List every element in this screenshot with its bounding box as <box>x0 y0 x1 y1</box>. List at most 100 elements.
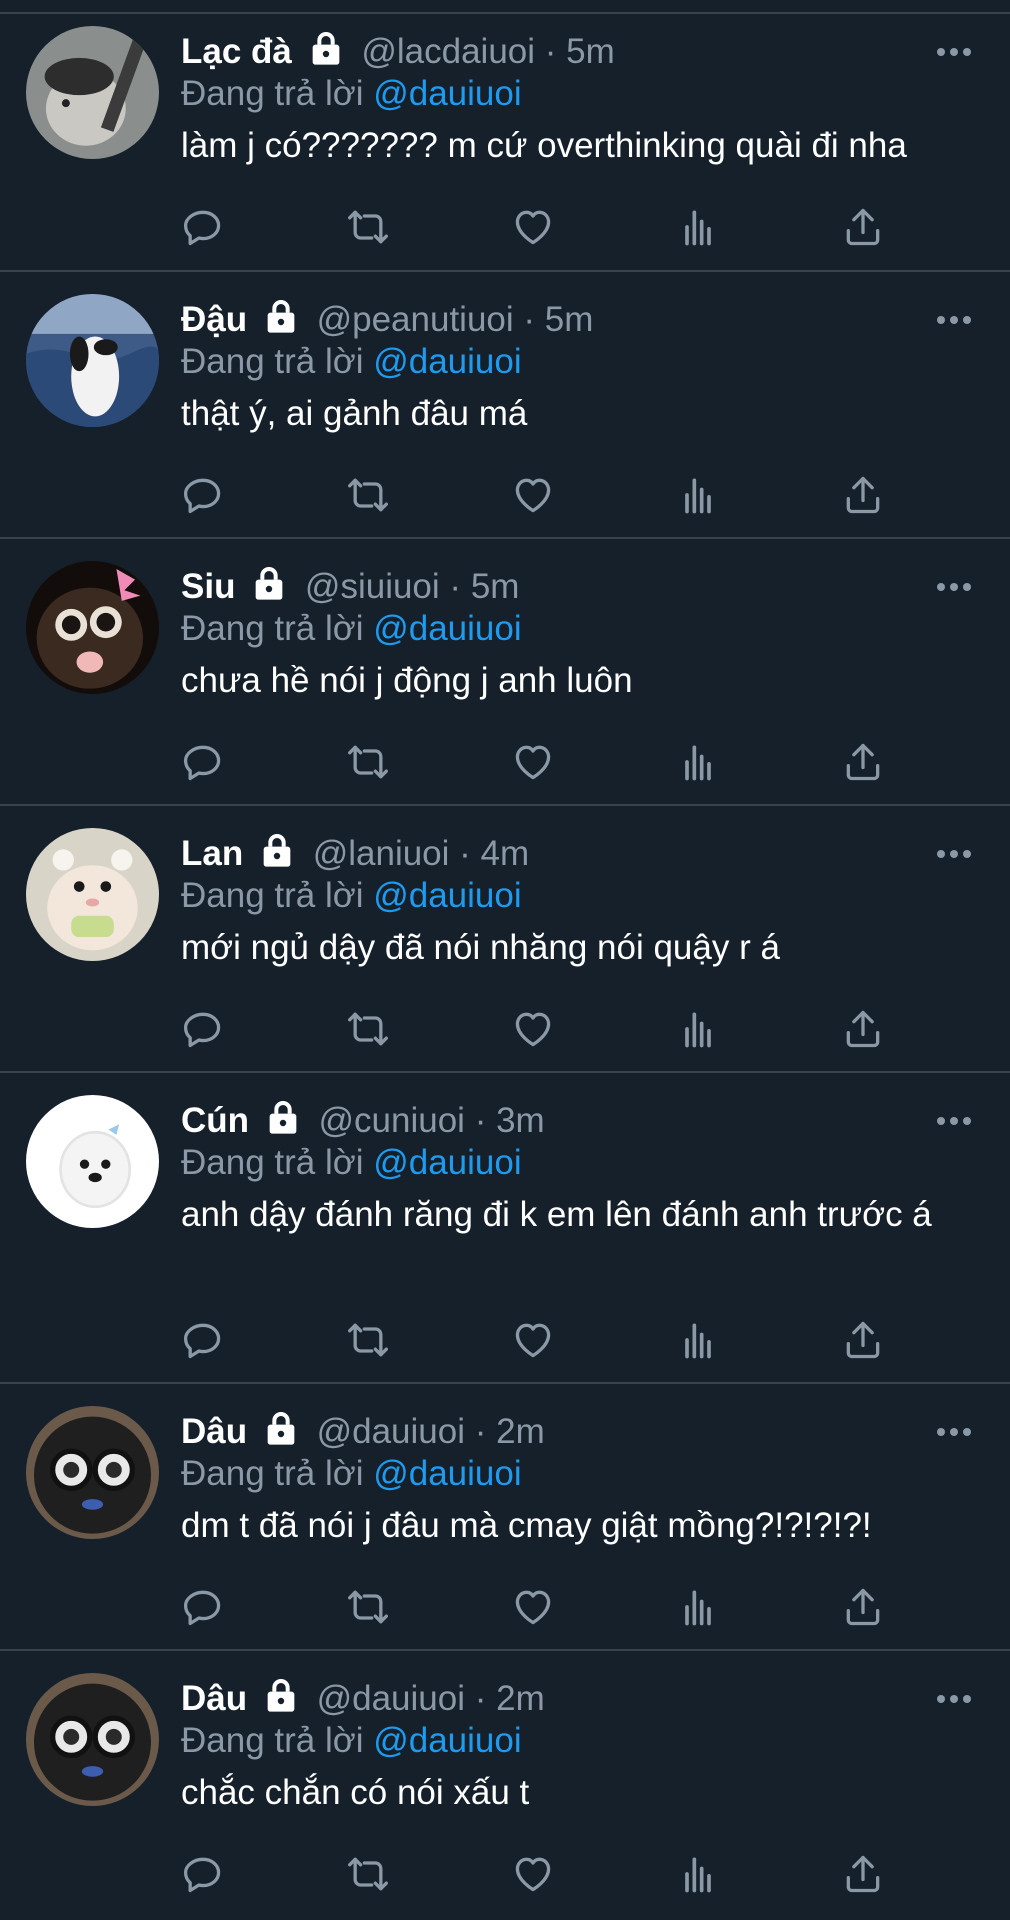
tweet-header: Dâu @dauiuoi · 2m <box>181 1410 545 1454</box>
share-button[interactable] <box>841 205 885 249</box>
share-button[interactable] <box>841 1318 885 1362</box>
tweet[interactable]: Siu @siuiuoi · 5m Đang trả lời @dauiuoi … <box>0 539 1010 806</box>
more-icon[interactable] <box>936 314 972 326</box>
reply-button[interactable] <box>181 205 225 249</box>
more-icon[interactable] <box>936 1693 972 1705</box>
tweet[interactable]: Lạc đà @lacdaiuoi · 5m Đang trả lời @dau… <box>0 12 1010 272</box>
retweet-button[interactable] <box>346 473 390 517</box>
timestamp[interactable]: 2m <box>496 1412 545 1451</box>
share-button[interactable] <box>841 1585 885 1629</box>
display-name[interactable]: Dâu <box>181 1412 247 1451</box>
mention-link[interactable]: @dauiuoi <box>373 876 521 915</box>
retweet-button[interactable] <box>346 1318 390 1362</box>
tweet-feed: Lạc đà @lacdaiuoi · 5m Đang trả lời @dau… <box>0 0 1010 1920</box>
retweet-button[interactable] <box>346 1007 390 1051</box>
display-name[interactable]: Lan <box>181 834 243 873</box>
more-icon[interactable] <box>936 581 972 593</box>
tweet[interactable]: Cún @cuniuoi · 3m Đang trả lời @dauiuoi … <box>0 1073 1010 1384</box>
like-button[interactable] <box>511 1585 555 1629</box>
action-bar <box>181 1318 901 1362</box>
more-icon[interactable] <box>936 1426 972 1438</box>
analytics-icon <box>685 1323 711 1359</box>
display-name[interactable]: Siu <box>181 567 235 606</box>
avatar-image-plush-glasses <box>26 1673 159 1806</box>
analytics-button[interactable] <box>676 473 720 517</box>
tweet-text: anh dậy đánh răng đi k em lên đánh anh t… <box>181 1195 932 1234</box>
reply-button[interactable] <box>181 473 225 517</box>
share-button[interactable] <box>841 1007 885 1051</box>
display-name[interactable]: Lạc đà <box>181 32 292 71</box>
lock-icon <box>267 300 295 333</box>
mention-link[interactable]: @dauiuoi <box>373 342 521 381</box>
analytics-button[interactable] <box>676 740 720 784</box>
avatar[interactable] <box>26 26 159 159</box>
display-name[interactable]: Cún <box>181 1101 249 1140</box>
more-icon[interactable] <box>936 46 972 58</box>
retweet-button[interactable] <box>346 205 390 249</box>
like-button[interactable] <box>511 1007 555 1051</box>
avatar[interactable] <box>26 1095 159 1228</box>
retweet-button[interactable] <box>346 1852 390 1896</box>
tweet-header: Cún @cuniuoi · 3m <box>181 1099 545 1143</box>
mention-link[interactable]: @dauiuoi <box>373 74 521 113</box>
separator-dot: · <box>523 300 536 339</box>
like-button[interactable] <box>511 1852 555 1896</box>
tweet[interactable]: Dâu @dauiuoi · 2m Đang trả lời @dauiuoi … <box>0 1384 1010 1651</box>
avatar[interactable] <box>26 828 159 961</box>
mention-link[interactable]: @dauiuoi <box>373 1721 521 1760</box>
avatar[interactable] <box>26 294 159 427</box>
like-button[interactable] <box>511 473 555 517</box>
share-button[interactable] <box>841 473 885 517</box>
analytics-button[interactable] <box>676 1318 720 1362</box>
username[interactable]: @dauiuoi <box>317 1679 465 1718</box>
username[interactable]: @peanutiuoi <box>317 300 514 339</box>
reply-button[interactable] <box>181 740 225 784</box>
username[interactable]: @dauiuoi <box>317 1412 465 1451</box>
reply-button[interactable] <box>181 1007 225 1051</box>
reply-button[interactable] <box>181 1318 225 1362</box>
analytics-button[interactable] <box>676 1852 720 1896</box>
tweet[interactable]: Lan @laniuoi · 4m Đang trả lời @dauiuoi … <box>0 806 1010 1073</box>
tweet-header: Siu @siuiuoi · 5m <box>181 565 519 609</box>
like-button[interactable] <box>511 740 555 784</box>
username[interactable]: @lacdaiuoi <box>361 32 535 71</box>
analytics-icon <box>685 745 711 781</box>
username[interactable]: @cuniuoi <box>319 1101 465 1140</box>
tweet[interactable]: Đậu @peanutiuoi · 5m Đang trả lời @dauiu… <box>0 272 1010 539</box>
username[interactable]: @siuiuoi <box>305 567 440 606</box>
mention-link[interactable]: @dauiuoi <box>373 1143 521 1182</box>
retweet-icon <box>348 1857 388 1891</box>
analytics-button[interactable] <box>676 1007 720 1051</box>
reply-button[interactable] <box>181 1852 225 1896</box>
share-button[interactable] <box>841 1852 885 1896</box>
reply-button[interactable] <box>181 1585 225 1629</box>
display-name[interactable]: Dâu <box>181 1679 247 1718</box>
timestamp[interactable]: 5m <box>545 300 594 339</box>
retweet-button[interactable] <box>346 740 390 784</box>
timestamp[interactable]: 2m <box>496 1679 545 1718</box>
more-icon[interactable] <box>936 848 972 860</box>
timestamp[interactable]: 3m <box>496 1101 545 1140</box>
more-icon[interactable] <box>936 1115 972 1127</box>
avatar[interactable] <box>26 561 159 694</box>
avatar[interactable] <box>26 1406 159 1539</box>
reply-icon <box>183 1590 221 1626</box>
avatar[interactable] <box>26 1673 159 1806</box>
like-button[interactable] <box>511 1318 555 1362</box>
username[interactable]: @laniuoi <box>313 834 450 873</box>
tweet[interactable]: Dâu @dauiuoi · 2m Đang trả lời @dauiuoi … <box>0 1651 1010 1920</box>
share-icon <box>846 1321 880 1359</box>
analytics-button[interactable] <box>676 205 720 249</box>
share-button[interactable] <box>841 740 885 784</box>
mention-link[interactable]: @dauiuoi <box>373 1454 521 1493</box>
reply-icon <box>183 1857 221 1893</box>
like-button[interactable] <box>511 205 555 249</box>
timestamp[interactable]: 5m <box>471 567 520 606</box>
display-name[interactable]: Đậu <box>181 300 247 339</box>
timestamp[interactable]: 4m <box>481 834 530 873</box>
analytics-button[interactable] <box>676 1585 720 1629</box>
timestamp[interactable]: 5m <box>566 32 615 71</box>
retweet-button[interactable] <box>346 1585 390 1629</box>
mention-link[interactable]: @dauiuoi <box>373 609 521 648</box>
retweet-icon <box>348 478 388 512</box>
